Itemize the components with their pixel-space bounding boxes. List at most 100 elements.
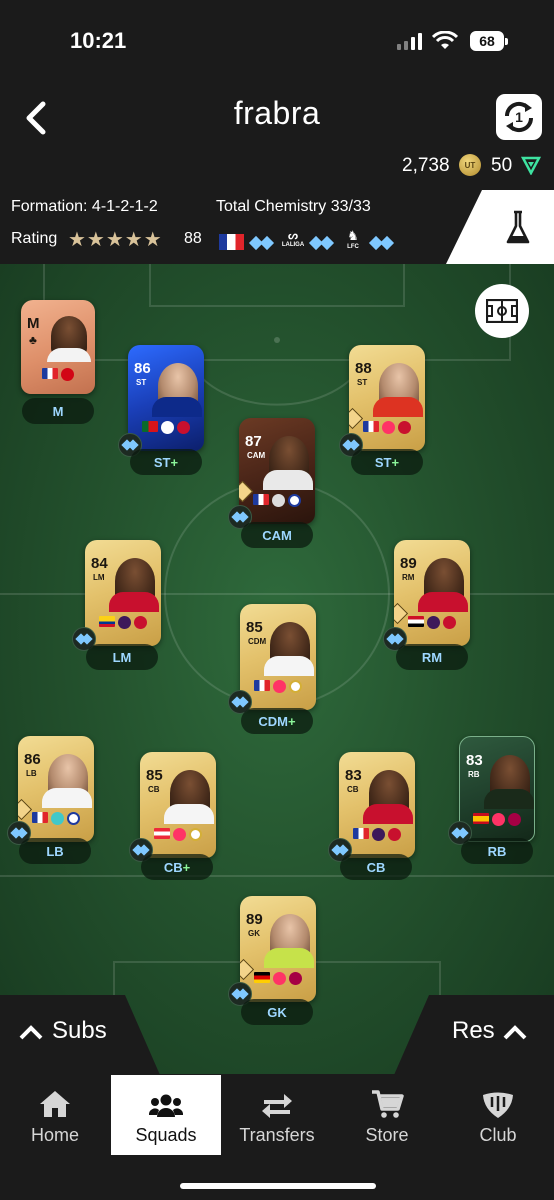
liverpool-crest-icon: ♞ LFC — [347, 228, 359, 250]
card-position: RM — [402, 573, 415, 582]
refresh-icon: 1 — [504, 101, 534, 133]
slot-label-rb[interactable]: RB — [461, 838, 533, 864]
slot-label-cb-left[interactable]: CB + — [141, 854, 213, 880]
card-info — [21, 368, 95, 381]
manager-card[interactable]: M ♣ — [21, 300, 95, 394]
home-indicator — [180, 1183, 376, 1189]
card-info — [394, 616, 470, 629]
tab-store[interactable]: Store — [332, 1075, 442, 1155]
svg-text:1: 1 — [515, 109, 523, 125]
slot-label-cdm[interactable]: CDM + — [241, 708, 313, 734]
slot-label-cam[interactable]: CAM — [241, 522, 313, 548]
bottom-navigation: Home Squads Transfers Store Club — [0, 1075, 554, 1200]
res-label: Res — [452, 1017, 495, 1044]
card-rating: 83 — [345, 767, 362, 784]
card-info — [128, 421, 204, 434]
manager-icon: ♣ — [29, 333, 37, 347]
player-card-gk[interactable]: 89 GK — [240, 896, 316, 1002]
card-info — [339, 828, 415, 841]
slot-label-manager[interactable]: M — [22, 398, 94, 424]
formation-label: Formation: 4-1-2-1-2 — [11, 198, 158, 215]
premier-league-logo-icon — [161, 421, 174, 434]
player-shirt — [418, 592, 468, 612]
rating-value: 88 — [184, 230, 202, 247]
player-shirt — [373, 397, 423, 417]
france-flag-icon — [353, 828, 369, 839]
chevron-up-icon — [503, 1025, 527, 1040]
player-card-rm[interactable]: 89 RM — [394, 540, 470, 646]
slot-label-lb[interactable]: LB — [19, 838, 91, 864]
spain-flag-icon — [473, 813, 489, 824]
slot-label-st-right[interactable]: ST + — [351, 449, 423, 475]
tab-store-label: Store — [365, 1125, 409, 1145]
card-rating: 85 — [146, 767, 163, 784]
ligue1-logo-icon — [272, 494, 285, 507]
barcelona-crest-icon — [508, 813, 521, 826]
liverpool-crest-icon — [134, 616, 147, 629]
player-shirt — [164, 804, 214, 824]
coins-balance: 2,738 — [402, 155, 450, 176]
chemistry-lab-button[interactable] — [446, 190, 554, 264]
player-shirt — [363, 804, 413, 824]
card-position: CB — [347, 785, 359, 794]
card-info — [240, 972, 316, 985]
home-icon — [40, 1091, 70, 1117]
card-position: M — [27, 315, 40, 332]
points-balance: 50 — [491, 155, 513, 176]
tab-club-label: Club — [479, 1125, 517, 1145]
austria-flag-icon — [154, 828, 170, 839]
tab-transfers-label: Transfers — [239, 1125, 315, 1145]
tab-transfers[interactable]: Transfers — [222, 1075, 332, 1155]
slot-label-st-left[interactable]: ST + — [130, 449, 202, 475]
liverpool-crest-icon — [443, 616, 456, 629]
cellular-signal-icon — [397, 32, 425, 50]
tab-home[interactable]: Home — [0, 1075, 110, 1155]
player-card-st-right[interactable]: 88 ST — [349, 345, 425, 451]
card-position: CDM — [248, 637, 267, 646]
total-chemistry-label: Total Chemistry 33/33 — [216, 198, 371, 215]
cart-icon — [372, 1090, 404, 1118]
squad-people-icon — [149, 1094, 183, 1117]
card-info — [140, 828, 216, 841]
transfer-arrows-icon — [262, 1094, 292, 1118]
card-position: GK — [248, 929, 260, 938]
laliga-logo-icon — [492, 813, 505, 826]
card-rating: 86 — [134, 360, 151, 377]
card-rating: 86 — [24, 751, 41, 768]
card-rating: 83 — [466, 752, 483, 769]
player-shirt — [264, 656, 314, 676]
card-position: CB — [148, 785, 160, 794]
player-card-cdm[interactable]: 85 CDM — [240, 604, 316, 710]
card-position: CAM — [247, 451, 266, 460]
card-info — [460, 813, 534, 826]
pitch-view-toggle-button[interactable] — [475, 284, 529, 338]
laliga-logo-icon — [273, 972, 286, 985]
card-rating: 89 — [400, 555, 417, 572]
bundesliga-logo-icon — [61, 368, 74, 381]
premier-league-logo-icon — [118, 616, 131, 629]
subs-label: Subs — [52, 1017, 107, 1044]
slot-label-lm[interactable]: LM — [86, 644, 158, 670]
chemistry-diamonds-icon — [248, 234, 277, 252]
premier-league-logo-icon — [427, 616, 440, 629]
pitch-layout-icon — [486, 299, 518, 323]
manager-shirt — [47, 348, 91, 362]
player-card-st-left[interactable]: 86 ST — [128, 345, 204, 451]
slot-label-gk[interactable]: GK — [241, 999, 313, 1025]
card-rating: 89 — [246, 911, 263, 928]
card-position: ST — [357, 378, 368, 387]
player-card-cam[interactable]: 87 CAM — [239, 418, 315, 524]
squad-swap-button[interactable]: 1 — [496, 94, 542, 140]
card-rating: 84 — [91, 555, 108, 572]
player-shirt — [263, 470, 313, 490]
player-card-lm[interactable]: 84 LM — [85, 540, 161, 646]
tab-club[interactable]: Club — [443, 1075, 553, 1155]
laliga-logo-icon — [173, 828, 186, 841]
player-card-cb-left[interactable]: 85 CB — [140, 752, 216, 858]
slot-label-rm[interactable]: RM — [396, 644, 468, 670]
player-card-cb-right[interactable]: 83 CB — [339, 752, 415, 858]
lyon-crest-icon — [288, 494, 301, 507]
tab-squads[interactable]: Squads — [111, 1075, 221, 1155]
club-crest-icon — [483, 1092, 513, 1118]
slot-label-cb-right[interactable]: CB — [340, 854, 412, 880]
